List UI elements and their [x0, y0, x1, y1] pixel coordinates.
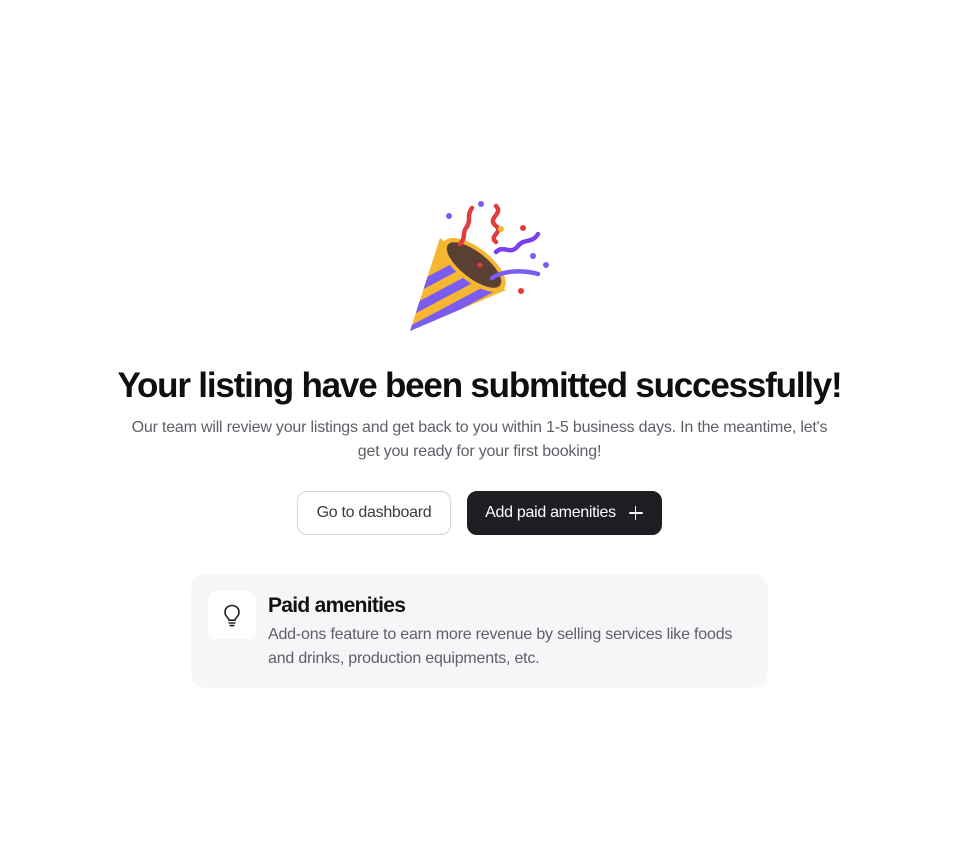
party-popper-icon	[410, 201, 549, 331]
go-to-dashboard-button[interactable]: Go to dashboard	[297, 491, 451, 535]
lightbulb-icon-container	[208, 591, 256, 639]
add-paid-amenities-button[interactable]: Add paid amenities	[467, 491, 662, 535]
action-buttons: Go to dashboard Add paid amenities	[297, 491, 662, 535]
add-paid-amenities-label: Add paid amenities	[485, 504, 616, 521]
card-description: Add-ons feature to earn more revenue by …	[268, 626, 733, 667]
success-page: Your listing have been submitted success…	[0, 0, 959, 852]
paid-amenities-card: Paid amenities Add-ons feature to earn m…	[192, 575, 767, 687]
page-subtitle: Our team will review your listings and g…	[131, 419, 828, 460]
plus-icon	[628, 505, 644, 521]
lightbulb-icon	[224, 604, 240, 627]
page-title: Your listing have been submitted success…	[117, 366, 842, 405]
card-title: Paid amenities	[268, 594, 406, 617]
go-to-dashboard-label: Go to dashboard	[316, 504, 432, 521]
